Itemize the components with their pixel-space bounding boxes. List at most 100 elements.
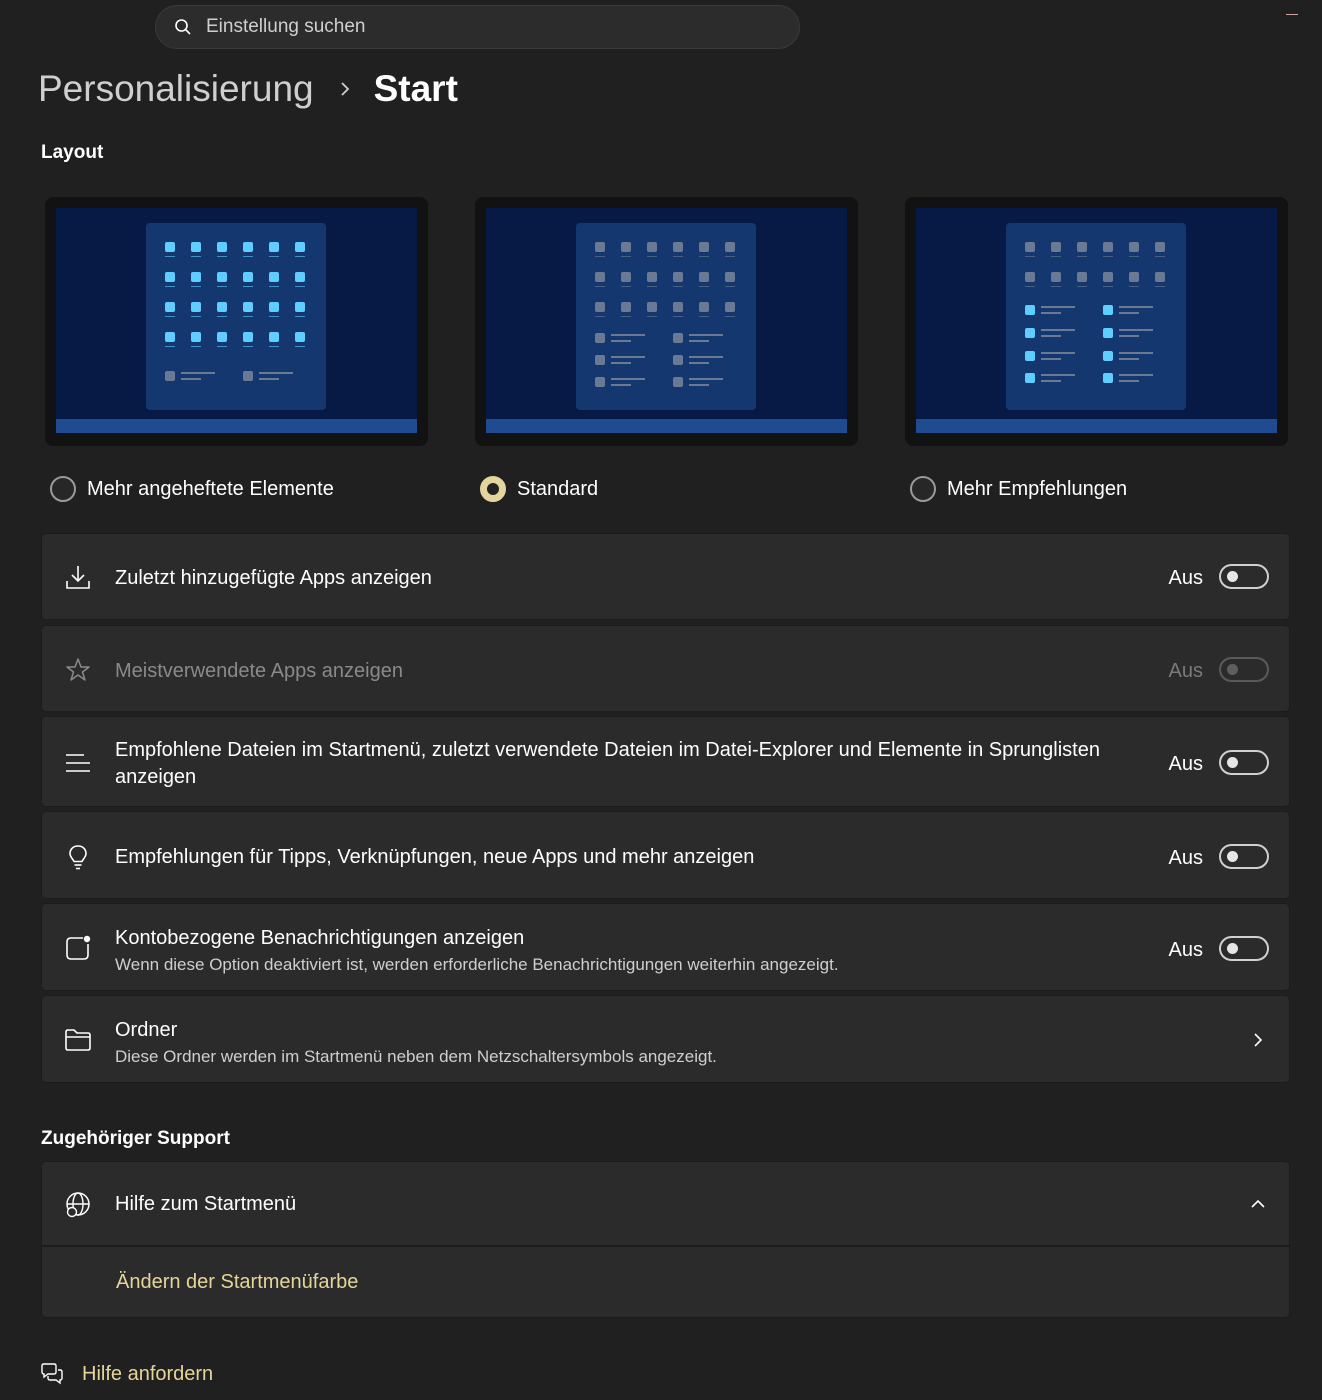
preview-tile (243, 242, 253, 252)
star-icon (66, 658, 90, 681)
setting-title: Ordner (115, 1019, 178, 1041)
radio-button-selected-icon (480, 476, 506, 502)
layout-section-title: Layout (41, 142, 104, 163)
preview-recommendation (1025, 305, 1035, 315)
layout-preview-more-recommendations[interactable] (905, 197, 1288, 446)
preview-tile (699, 302, 709, 312)
preview-tile (295, 332, 305, 342)
radio-more-recommendations[interactable]: Mehr Empfehlungen (910, 476, 1127, 502)
tips-recommendations-toggle[interactable] (1219, 844, 1269, 869)
setting-recently-added-apps[interactable]: Zuletzt hinzugefügte Apps anzeigen Aus (41, 533, 1290, 620)
preview-tile (1077, 272, 1087, 282)
preview-tile (269, 272, 279, 282)
preview-tile (295, 242, 305, 252)
preview-tile (1129, 242, 1139, 252)
setting-description: Wenn diese Option deaktiviert ist, werde… (115, 955, 839, 974)
preview-recommendation (1103, 328, 1113, 338)
search-icon (175, 19, 191, 35)
preview-recommendation (1025, 373, 1035, 383)
radio-button-icon (50, 476, 76, 502)
preview-tile (1155, 272, 1165, 282)
radio-more-pins[interactable]: Mehr angeheftete Elemente (50, 476, 334, 502)
preview-recommendation (1025, 328, 1035, 338)
toggle-state: Aus (1168, 847, 1203, 869)
toggle-state: Aus (1168, 753, 1203, 775)
layout-preview-standard[interactable] (475, 197, 858, 446)
preview-recommendation (595, 333, 605, 343)
toggle-state: Aus (1168, 939, 1203, 961)
preview-recommendation (595, 377, 605, 387)
preview-recommendation (243, 371, 253, 381)
help-start-menu-expander[interactable]: Hilfe zum Startmenü (41, 1161, 1290, 1246)
setting-title: Zuletzt hinzugefügte Apps anzeigen (115, 567, 432, 589)
list-icon (66, 754, 90, 772)
change-start-menu-color-link[interactable]: Ändern der Startmenüfarbe (116, 1271, 358, 1294)
chevron-up-icon (1251, 1199, 1265, 1208)
setting-title: Meistverwendete Apps anzeigen (115, 660, 403, 682)
breadcrumb-parent[interactable]: Personalisierung (38, 68, 314, 110)
radio-label: Mehr Empfehlungen (947, 477, 1128, 500)
setting-folders[interactable]: Ordner Diese Ordner werden im Startmenü … (41, 995, 1290, 1083)
preview-tile (295, 302, 305, 312)
breadcrumb: Personalisierung Start (38, 68, 458, 110)
globe-help-icon (66, 1192, 90, 1218)
preview-recommendation (1103, 305, 1113, 315)
preview-tile (1025, 272, 1035, 282)
preview-tile (621, 242, 631, 252)
preview-tile (191, 302, 201, 312)
setting-title: Empfehlungen für Tipps, Verknüpfungen, n… (115, 846, 755, 868)
recently-added-apps-toggle[interactable] (1219, 564, 1269, 589)
preview-tile (673, 272, 683, 282)
preview-tile (647, 272, 657, 282)
preview-tile (1051, 272, 1061, 282)
preview-tile (595, 302, 605, 312)
preview-tile (243, 332, 253, 342)
preview-tile (217, 302, 227, 312)
preview-tile (673, 302, 683, 312)
setting-account-notifications[interactable]: Kontobezogene Benachrichtigungen anzeige… (41, 903, 1290, 991)
preview-tile (725, 242, 735, 252)
preview-tile (1025, 242, 1035, 252)
preview-recommendation (673, 377, 683, 387)
preview-recommendation (1103, 373, 1113, 383)
preview-tile (725, 272, 735, 282)
download-icon (66, 566, 90, 589)
preview-tile (165, 302, 175, 312)
preview-tile (1103, 242, 1113, 252)
search-box[interactable] (155, 5, 800, 49)
setting-title: Empfohlene Dateien im Startmenü, zuletzt… (115, 739, 1100, 788)
chat-help-icon (41, 1363, 63, 1385)
most-used-apps-toggle (1219, 657, 1269, 682)
radio-standard[interactable]: Standard (480, 476, 598, 502)
setting-recommended-files[interactable]: Empfohlene Dateien im Startmenü, zuletzt… (41, 716, 1290, 807)
preview-tile (621, 302, 631, 312)
layout-preview-more-pins[interactable] (45, 197, 428, 446)
preview-recommendation (1025, 351, 1035, 361)
notification-icon (66, 935, 91, 960)
preview-tile (1077, 242, 1087, 252)
setting-description: Diese Ordner werden im Startmenü neben d… (115, 1047, 717, 1066)
preview-tile (243, 302, 253, 312)
preview-tile (191, 242, 201, 252)
preview-tile (647, 302, 657, 312)
setting-tips-recommendations[interactable]: Empfehlungen für Tipps, Verknüpfungen, n… (41, 811, 1290, 899)
preview-tile (191, 332, 201, 342)
preview-tile (699, 272, 709, 282)
get-help-label: Hilfe anfordern (82, 1362, 214, 1385)
setting-most-used-apps: Meistverwendete Apps anzeigen Aus (41, 625, 1290, 712)
recommended-files-toggle[interactable] (1219, 750, 1269, 775)
support-section-title: Zugehöriger Support (41, 1128, 230, 1149)
preview-tile (269, 332, 279, 342)
preview-tile (243, 272, 253, 282)
preview-tile (595, 272, 605, 282)
chevron-right-icon (340, 82, 349, 96)
preview-tile (1103, 272, 1113, 282)
preview-tile (269, 302, 279, 312)
preview-tile (217, 242, 227, 252)
window-minimize-mark[interactable] (1286, 14, 1298, 15)
search-input[interactable] (206, 16, 766, 38)
get-help-link[interactable]: Hilfe anfordern (40, 1362, 213, 1386)
chevron-right-icon (1254, 1033, 1263, 1047)
account-notifications-toggle[interactable] (1219, 936, 1269, 961)
setting-title: Kontobezogene Benachrichtigungen anzeige… (115, 927, 525, 949)
